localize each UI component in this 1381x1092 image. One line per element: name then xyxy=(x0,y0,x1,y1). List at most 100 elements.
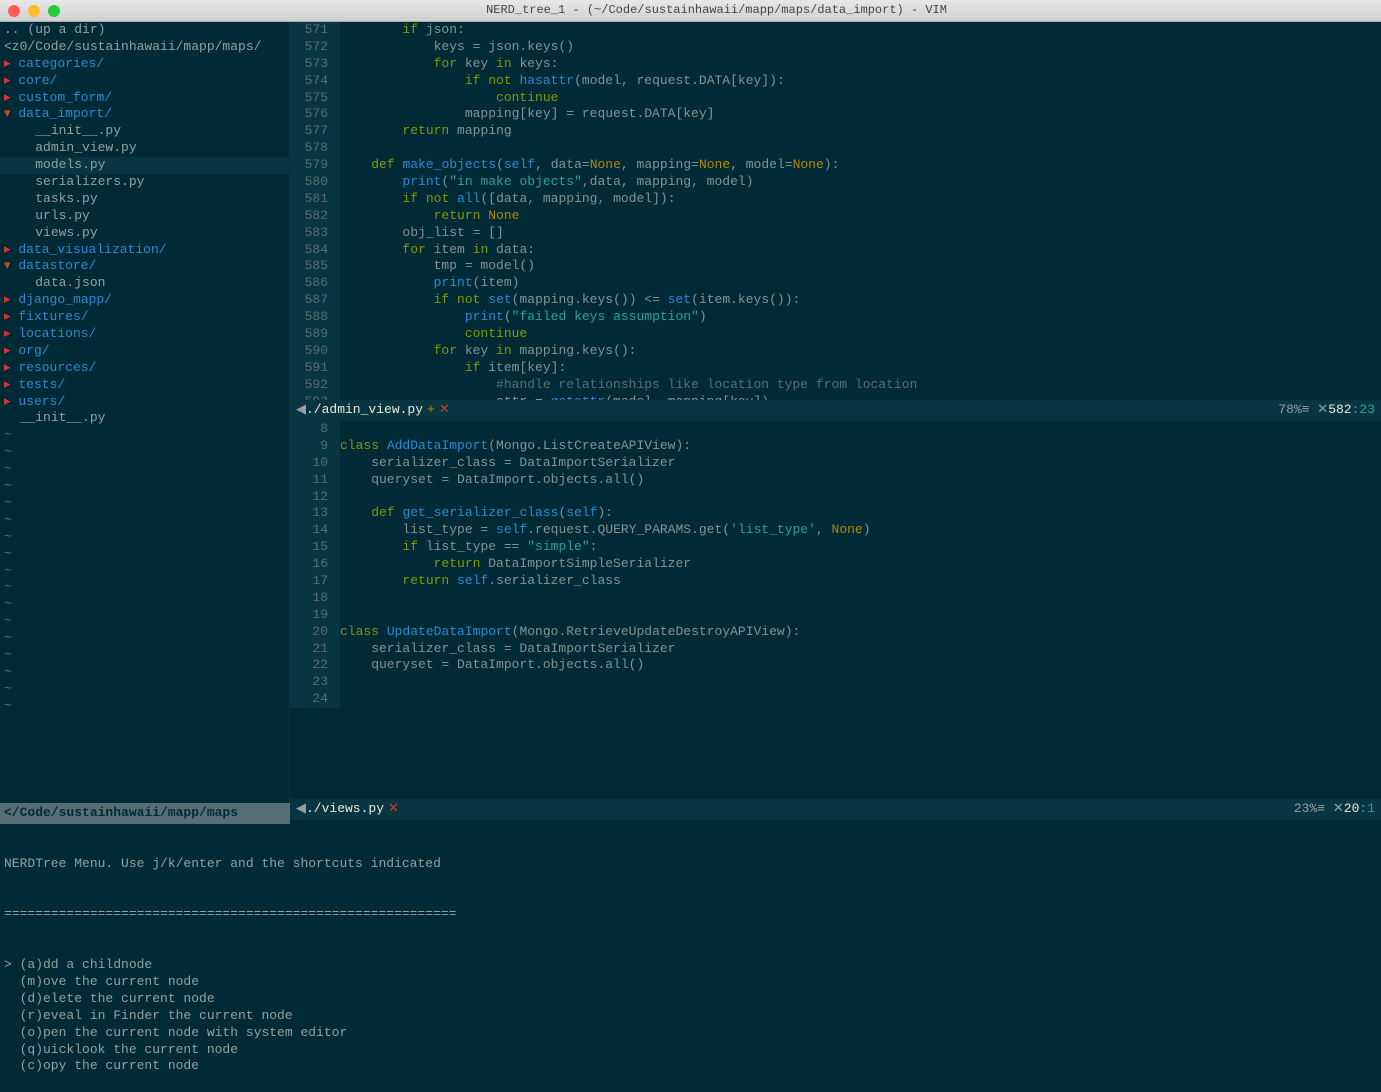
code-content[interactable]: mapping[key] = request.DATA[key] xyxy=(340,106,1381,123)
code-content[interactable]: if not all([data, mapping, model]): xyxy=(340,191,1381,208)
code-content[interactable]: return self.serializer_class xyxy=(340,573,1381,590)
tree-file[interactable]: tasks.py xyxy=(0,191,289,208)
code-line[interactable]: 592 #handle relationships like location … xyxy=(290,377,1381,394)
tree-file[interactable]: serializers.py xyxy=(0,174,289,191)
close-icon[interactable]: ✕ xyxy=(384,801,399,818)
tree-folder[interactable]: ▸ categories/ xyxy=(0,56,289,73)
code-content[interactable]: tmp = model() xyxy=(340,258,1381,275)
tree-file[interactable]: __init__.py xyxy=(0,123,289,140)
code-content[interactable]: class UpdateDataImport(Mongo.RetrieveUpd… xyxy=(340,624,1381,641)
code-content[interactable]: print("failed keys assumption") xyxy=(340,309,1381,326)
tree-file[interactable]: __init__.py xyxy=(0,410,289,427)
code-content[interactable]: obj_list = [] xyxy=(340,225,1381,242)
code-content[interactable]: list_type = self.request.QUERY_PARAMS.ge… xyxy=(340,522,1381,539)
code-line[interactable]: 10 serializer_class = DataImportSerializ… xyxy=(290,455,1381,472)
code-content[interactable]: class AddDataImport(Mongo.ListCreateAPIV… xyxy=(340,438,1381,455)
code-content[interactable] xyxy=(340,421,1381,438)
code-line[interactable]: 574 if not hasattr(model, request.DATA[k… xyxy=(290,73,1381,90)
menu-item[interactable]: (o)pen the current node with system edit… xyxy=(4,1025,1377,1042)
code-content[interactable]: if not set(mapping.keys()) <= set(item.k… xyxy=(340,292,1381,309)
code-content[interactable]: def get_serializer_class(self): xyxy=(340,505,1381,522)
menu-item[interactable]: (m)ove the current node xyxy=(4,974,1377,991)
code-line[interactable]: 585 tmp = model() xyxy=(290,258,1381,275)
code-line[interactable]: 14 list_type = self.request.QUERY_PARAMS… xyxy=(290,522,1381,539)
code-content[interactable]: if not hasattr(model, request.DATA[key])… xyxy=(340,73,1381,90)
code-content[interactable]: return None xyxy=(340,208,1381,225)
nerdtree-sidebar[interactable]: .. (up a dir) <z0/Code/sustainhawaii/map… xyxy=(0,22,290,820)
tree-file[interactable]: admin_view.py xyxy=(0,140,289,157)
code-line[interactable]: 581 if not all([data, mapping, model]): xyxy=(290,191,1381,208)
code-content[interactable] xyxy=(340,691,1381,708)
nerdtree-menu[interactable]: NERDTree Menu. Use j/k/enter and the sho… xyxy=(0,820,1381,1010)
code-content[interactable]: #handle relationships like location type… xyxy=(340,377,1381,394)
code-content[interactable]: if item[key]: xyxy=(340,360,1381,377)
code-line[interactable]: 24 xyxy=(290,691,1381,708)
code-content[interactable] xyxy=(340,674,1381,691)
code-line[interactable]: 23 xyxy=(290,674,1381,691)
code-line[interactable]: 22 queryset = DataImport.objects.all() xyxy=(290,657,1381,674)
code-line[interactable]: 576 mapping[key] = request.DATA[key] xyxy=(290,106,1381,123)
code-line[interactable]: 21 serializer_class = DataImportSerializ… xyxy=(290,641,1381,658)
tree-folder[interactable]: ▸ locations/ xyxy=(0,326,289,343)
code-line[interactable]: 8 xyxy=(290,421,1381,438)
code-line[interactable]: 15 if list_type == "simple": xyxy=(290,539,1381,556)
editor-pane-1[interactable]: 571 if json:572 keys = json.keys()573 fo… xyxy=(290,22,1381,400)
code-line[interactable]: 9class AddDataImport(Mongo.ListCreateAPI… xyxy=(290,438,1381,455)
editor-pane-2[interactable]: 89class AddDataImport(Mongo.ListCreateAP… xyxy=(290,421,1381,799)
tree-file[interactable]: views.py xyxy=(0,225,289,242)
code-line[interactable]: 590 for key in mapping.keys(): xyxy=(290,343,1381,360)
menu-item[interactable]: (c)opy the current node xyxy=(4,1058,1377,1075)
code-line[interactable]: 584 for item in data: xyxy=(290,242,1381,259)
code-line[interactable]: 578 xyxy=(290,140,1381,157)
code-content[interactable] xyxy=(340,489,1381,506)
code-line[interactable]: 586 print(item) xyxy=(290,275,1381,292)
menu-item[interactable]: (q)uicklook the current node xyxy=(4,1042,1377,1059)
code-line[interactable]: 582 return None xyxy=(290,208,1381,225)
code-content[interactable]: continue xyxy=(340,326,1381,343)
code-content[interactable]: queryset = DataImport.objects.all() xyxy=(340,657,1381,674)
code-content[interactable]: print(item) xyxy=(340,275,1381,292)
code-content[interactable] xyxy=(340,607,1381,624)
code-line[interactable]: 579 def make_objects(self, data=None, ma… xyxy=(290,157,1381,174)
code-line[interactable]: 591 if item[key]: xyxy=(290,360,1381,377)
code-line[interactable]: 16 return DataImportSimpleSerializer xyxy=(290,556,1381,573)
tree-folder[interactable]: ▸ resources/ xyxy=(0,360,289,377)
code-content[interactable]: serializer_class = DataImportSerializer xyxy=(340,455,1381,472)
code-content[interactable]: def make_objects(self, data=None, mappin… xyxy=(340,157,1381,174)
tree-folder[interactable]: ▾ datastore/ xyxy=(0,258,289,275)
code-content[interactable] xyxy=(340,140,1381,157)
tree-folder[interactable]: ▸ fixtures/ xyxy=(0,309,289,326)
code-line[interactable]: 13 def get_serializer_class(self): xyxy=(290,505,1381,522)
code-line[interactable]: 571 if json: xyxy=(290,22,1381,39)
code-line[interactable]: 573 for key in keys: xyxy=(290,56,1381,73)
code-content[interactable]: continue xyxy=(340,90,1381,107)
code-line[interactable]: 19 xyxy=(290,607,1381,624)
code-content[interactable]: serializer_class = DataImportSerializer xyxy=(340,641,1381,658)
tree-folder[interactable]: ▸ org/ xyxy=(0,343,289,360)
code-content[interactable]: queryset = DataImport.objects.all() xyxy=(340,472,1381,489)
tree-folder[interactable]: ▸ core/ xyxy=(0,73,289,90)
tree-file[interactable]: data.json xyxy=(0,275,289,292)
code-line[interactable]: 583 obj_list = [] xyxy=(290,225,1381,242)
tree-folder[interactable]: ▸ data_visualization/ xyxy=(0,242,289,259)
tree-folder[interactable]: ▸ custom_form/ xyxy=(0,90,289,107)
code-line[interactable]: 18 xyxy=(290,590,1381,607)
code-line[interactable]: 588 print("failed keys assumption") xyxy=(290,309,1381,326)
code-content[interactable] xyxy=(340,590,1381,607)
code-line[interactable]: 572 keys = json.keys() xyxy=(290,39,1381,56)
tree-folder[interactable]: ▸ django_mapp/ xyxy=(0,292,289,309)
code-line[interactable]: 587 if not set(mapping.keys()) <= set(it… xyxy=(290,292,1381,309)
tree-up-dir[interactable]: .. (up a dir) xyxy=(0,22,289,39)
menu-item[interactable]: (d)elete the current node xyxy=(4,991,1377,1008)
code-content[interactable]: if json: xyxy=(340,22,1381,39)
code-content[interactable]: keys = json.keys() xyxy=(340,39,1381,56)
code-line[interactable]: 17 return self.serializer_class xyxy=(290,573,1381,590)
code-content[interactable]: return mapping xyxy=(340,123,1381,140)
tree-root[interactable]: <z0/Code/sustainhawaii/mapp/maps/ xyxy=(0,39,289,56)
tree-folder[interactable]: ▾ data_import/ xyxy=(0,106,289,123)
code-content[interactable]: if list_type == "simple": xyxy=(340,539,1381,556)
tree-folder[interactable]: ▸ users/ xyxy=(0,394,289,411)
code-line[interactable]: 12 xyxy=(290,489,1381,506)
menu-item[interactable]: (r)eveal in Finder the current node xyxy=(4,1008,1377,1025)
menu-item[interactable]: > (a)dd a childnode xyxy=(4,957,1377,974)
